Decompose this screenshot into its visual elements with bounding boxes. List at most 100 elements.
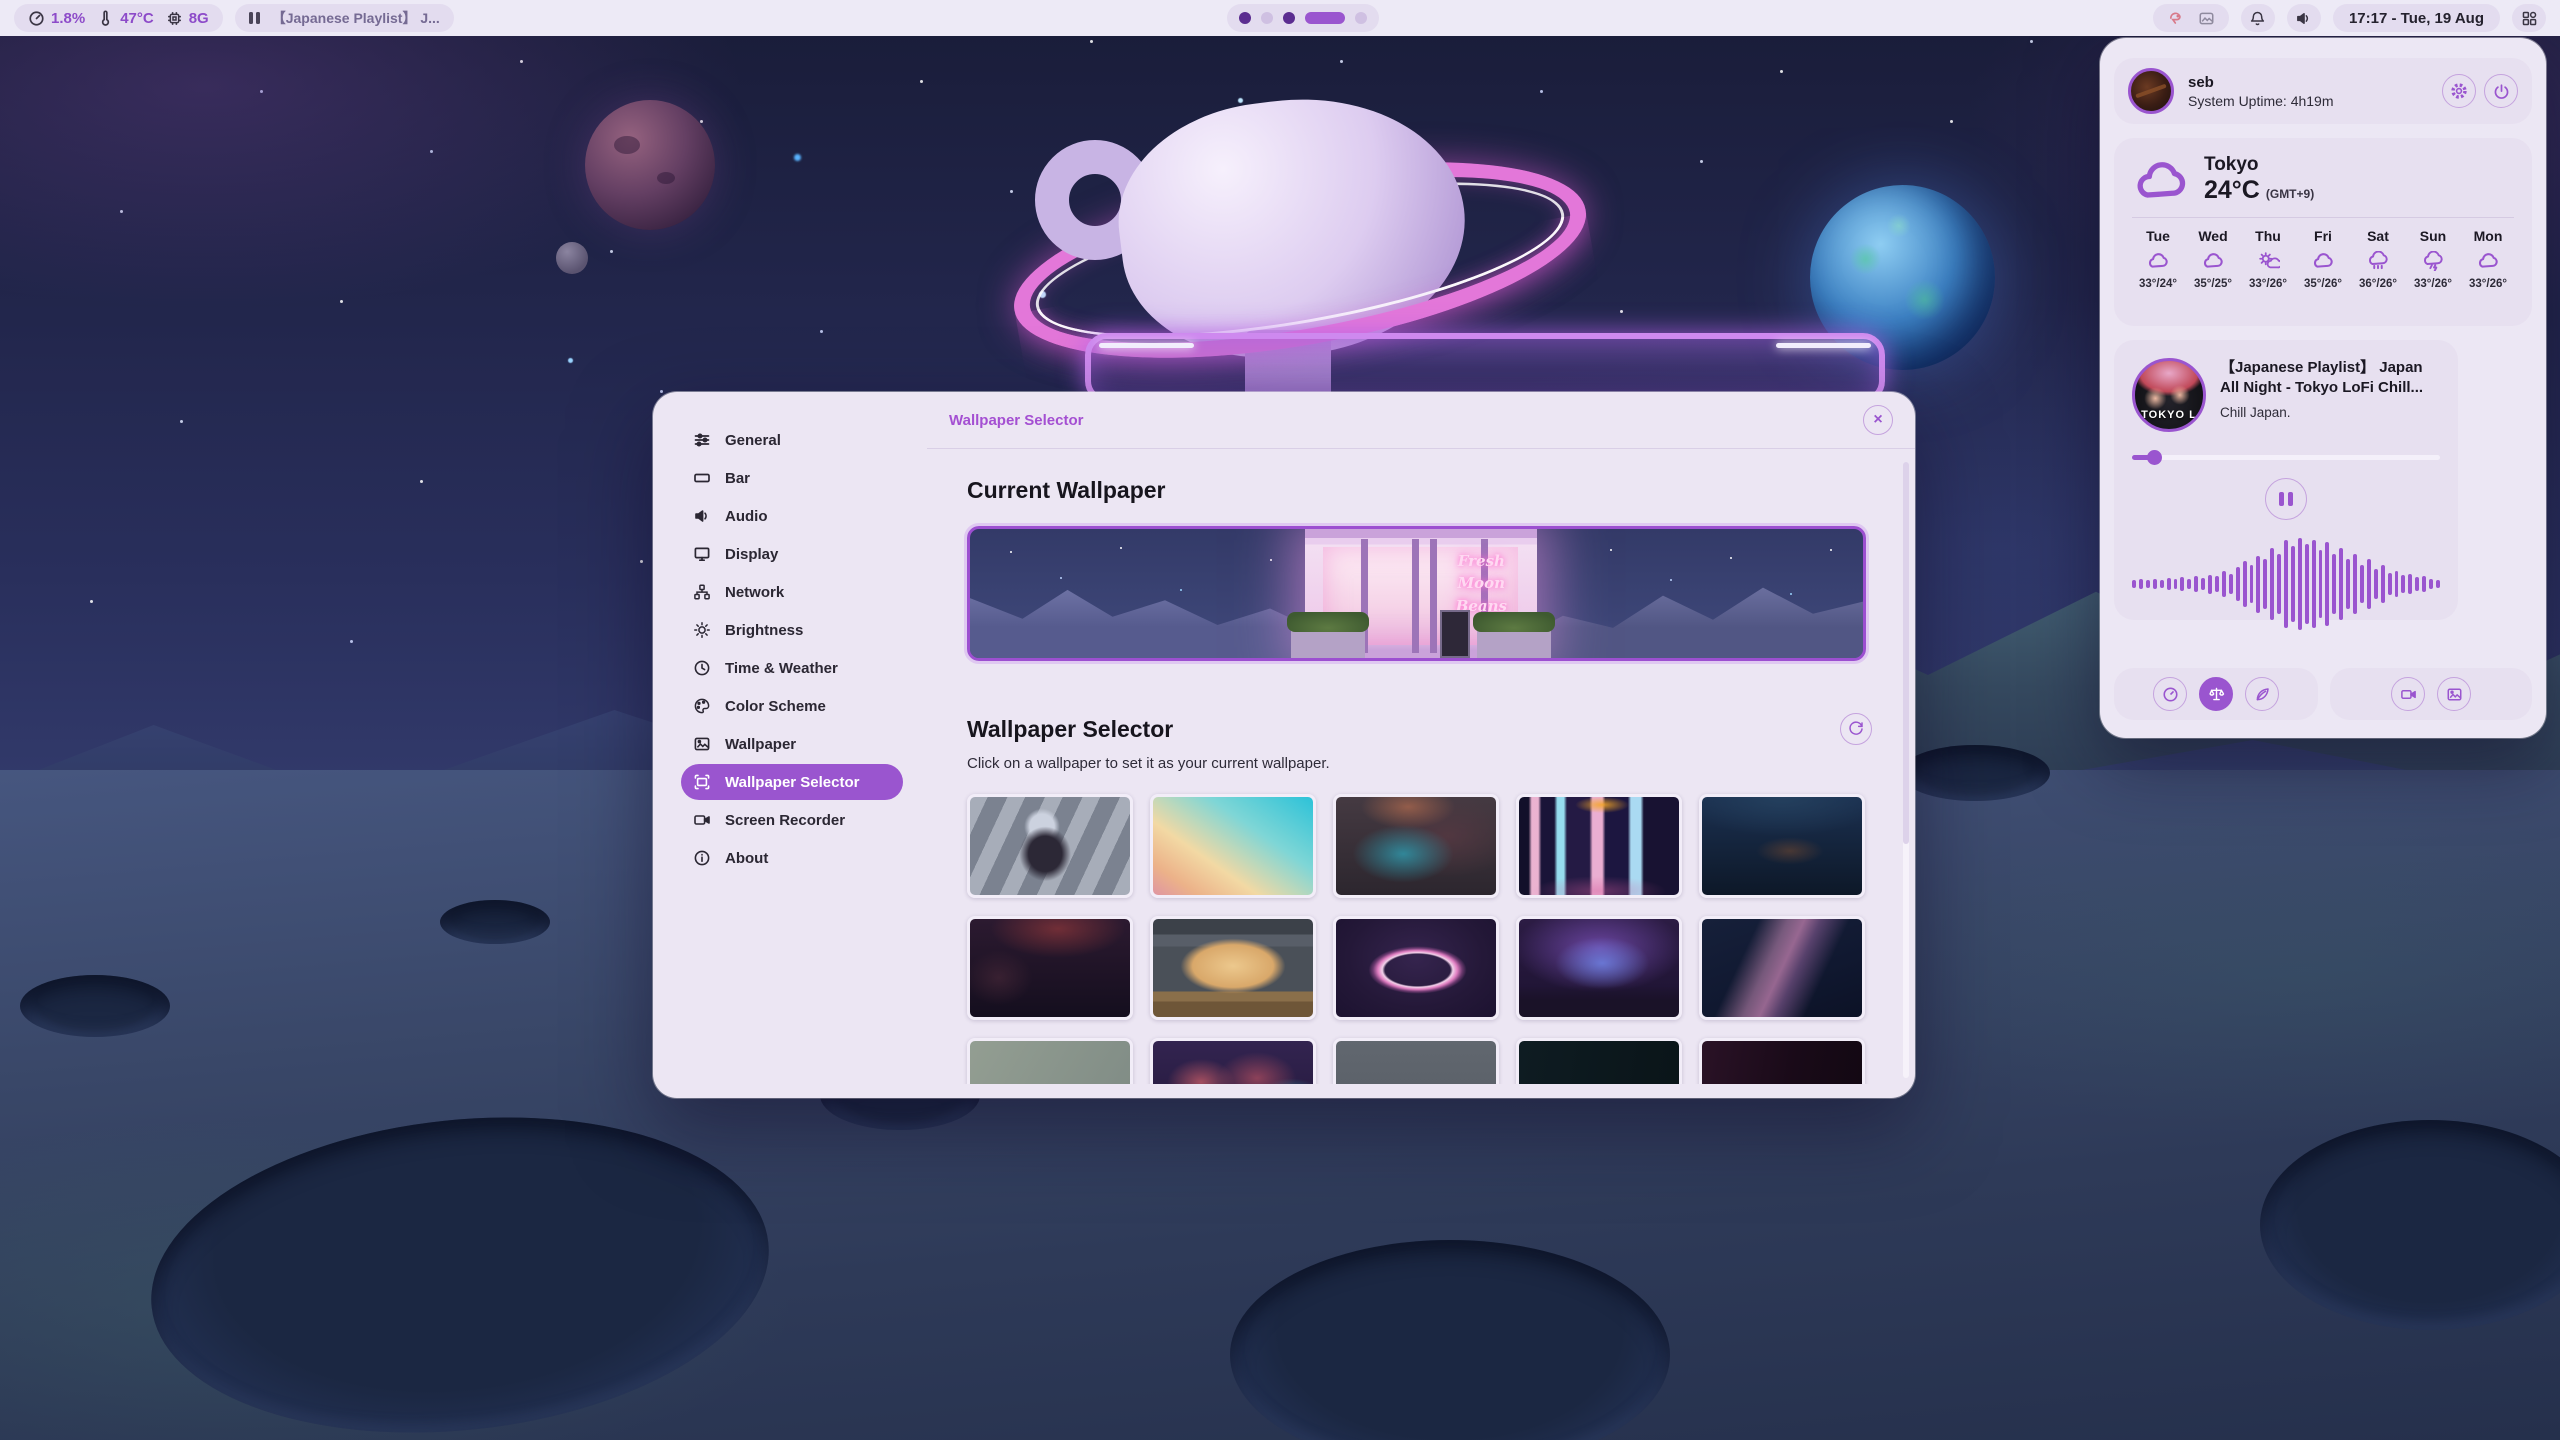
picture-icon[interactable] bbox=[2198, 10, 2215, 27]
crater bbox=[440, 900, 550, 944]
screen-record-button[interactable] bbox=[2391, 677, 2425, 711]
bell-icon bbox=[2249, 10, 2266, 27]
shop-menu-board bbox=[1440, 610, 1470, 658]
shrimp-icon[interactable] bbox=[2167, 10, 2184, 27]
sidebar-item-network[interactable]: Network bbox=[681, 574, 903, 610]
visualizer-bar bbox=[2256, 556, 2260, 613]
media-pill[interactable]: 【Japanese Playlist】 J... bbox=[235, 4, 454, 32]
wallpaper-thumbnail-nebula-forest[interactable] bbox=[1516, 916, 1682, 1020]
visualizer-bar bbox=[2139, 579, 2143, 589]
pause-icon bbox=[249, 12, 260, 24]
image-icon bbox=[693, 735, 711, 753]
workspace-dot-1[interactable] bbox=[1239, 12, 1251, 24]
forecast-day: Tue 33°/24° bbox=[2132, 228, 2184, 290]
scrollbar-thumb[interactable] bbox=[1903, 462, 1909, 844]
wallpaper-thumbnail-coral-trees[interactable] bbox=[1150, 1038, 1316, 1084]
sidebar-label: Network bbox=[725, 584, 784, 601]
wallpaper-icon bbox=[2446, 686, 2463, 703]
preview-stars bbox=[970, 529, 972, 531]
sun-cloud-icon bbox=[2256, 251, 2280, 271]
workspace-dot-4-active[interactable] bbox=[1305, 12, 1345, 24]
sidebar-item-general[interactable]: General bbox=[681, 422, 903, 458]
sidebar-item-about[interactable]: About bbox=[681, 840, 903, 876]
wallpaper-thumbnail-teal-orange-blur[interactable] bbox=[1333, 794, 1499, 898]
settings-scroll-area[interactable]: Current Wallpaper Fresh Moon Beans bbox=[927, 449, 1907, 1084]
sidebar-item-audio[interactable]: Audio bbox=[681, 498, 903, 534]
album-art: TOKYO L bbox=[2132, 358, 2206, 432]
visualizer-bar bbox=[2374, 569, 2378, 599]
wallpaper-grid bbox=[967, 794, 1872, 1084]
clock[interactable]: 17:17 - Tue, 19 Aug bbox=[2333, 4, 2500, 32]
sidebar-item-bar[interactable]: Bar bbox=[681, 460, 903, 496]
wallpaper-thumbnail-purple-ring-blackhole[interactable] bbox=[1333, 916, 1499, 1020]
notifications-button[interactable] bbox=[2241, 4, 2275, 32]
sidebar-label: Bar bbox=[725, 470, 750, 487]
pause-button[interactable] bbox=[2265, 478, 2307, 520]
settings-window: General Bar Audio Display Network Bright… bbox=[653, 392, 1915, 1098]
wallpaper-thumbnail-mesh-wave[interactable] bbox=[1699, 916, 1865, 1020]
visualizer-bar bbox=[2215, 576, 2219, 591]
sidebar-item-color-scheme[interactable]: Color Scheme bbox=[681, 688, 903, 724]
weather-divider bbox=[2132, 217, 2514, 218]
wallpaper-thumbnail-dark-maroon[interactable] bbox=[1699, 1038, 1865, 1084]
forecast-day: Wed 35°/25° bbox=[2187, 228, 2239, 290]
system-stats-pill[interactable]: 1.8% 47°C 8G bbox=[14, 4, 223, 32]
track-title: 【Japanese Playlist】 Japan All Night - To… bbox=[2220, 358, 2440, 399]
wallpaper-thumbnail-grey-green-flat[interactable] bbox=[967, 1038, 1133, 1084]
workspace-dot-3[interactable] bbox=[1283, 12, 1295, 24]
balanced-profile-button[interactable] bbox=[2199, 677, 2233, 711]
selector-subtitle: Click on a wallpaper to set it as your c… bbox=[967, 755, 1872, 772]
slider-knob[interactable] bbox=[2147, 450, 2162, 465]
visualizer-bar bbox=[2160, 580, 2164, 588]
visualizer-bar bbox=[2339, 548, 2343, 620]
pause-icon bbox=[2279, 492, 2284, 506]
clock-icon bbox=[693, 659, 711, 677]
wallpaper-thumbnail-dark-blue-forest[interactable] bbox=[1699, 794, 1865, 898]
visualizer-bar bbox=[2187, 579, 2191, 589]
visualizer-bar bbox=[2146, 580, 2150, 588]
wallpaper-thumbnail-grey-slab[interactable] bbox=[1333, 1038, 1499, 1084]
window-scrollbar[interactable] bbox=[1903, 462, 1909, 1078]
bar-icon bbox=[693, 469, 711, 487]
wallpaper-thumbnail-dark-teal[interactable] bbox=[1516, 1038, 1682, 1084]
close-button[interactable]: × bbox=[1863, 405, 1893, 435]
gauge-icon bbox=[2162, 686, 2179, 703]
workspace-dot-2[interactable] bbox=[1261, 12, 1273, 24]
wallpaper-button[interactable] bbox=[2437, 677, 2471, 711]
workspace-dot-5[interactable] bbox=[1355, 12, 1367, 24]
visualizer-bar bbox=[2263, 559, 2267, 608]
thermometer-icon bbox=[97, 10, 114, 27]
brightness-icon bbox=[693, 621, 711, 639]
sidebar-item-wallpaper[interactable]: Wallpaper bbox=[681, 726, 903, 762]
settings-button[interactable] bbox=[2442, 74, 2476, 108]
wallpaper-thumbnail-anime-girl-crosswalk[interactable] bbox=[967, 794, 1133, 898]
purple-planet bbox=[585, 100, 715, 230]
temperature-stat: 47°C bbox=[97, 10, 154, 27]
preview-coffee-shop: Fresh Moon Beans bbox=[1305, 529, 1537, 658]
shop-planter bbox=[1291, 628, 1365, 658]
visualizer-bar bbox=[2312, 540, 2316, 627]
sidebar-item-time-weather[interactable]: Time & Weather bbox=[681, 650, 903, 686]
user-card: seb System Uptime: 4h19m bbox=[2114, 58, 2532, 124]
volume-button[interactable] bbox=[2287, 4, 2321, 32]
gauge-icon bbox=[28, 10, 45, 27]
tune-icon bbox=[693, 431, 711, 449]
wallpaper-thumbnail-lofi-coffee-shop[interactable] bbox=[1150, 916, 1316, 1020]
sidebar-item-brightness[interactable]: Brightness bbox=[681, 612, 903, 648]
weather-timezone: (GMT+9) bbox=[2266, 187, 2314, 201]
sidebar-item-screen-recorder[interactable]: Screen Recorder bbox=[681, 802, 903, 838]
sidebar-item-display[interactable]: Display bbox=[681, 536, 903, 572]
wallpaper-thumbnail-pastel-gradient[interactable] bbox=[1150, 794, 1316, 898]
performance-profile-button[interactable] bbox=[2153, 677, 2187, 711]
seek-slider[interactable] bbox=[2132, 450, 2440, 464]
wallpaper-thumbnail-red-glow-figure[interactable] bbox=[967, 916, 1133, 1020]
dashboard-button[interactable] bbox=[2512, 4, 2546, 32]
network-icon bbox=[693, 583, 711, 601]
powersaver-profile-button[interactable] bbox=[2245, 677, 2279, 711]
cloud-icon bbox=[2476, 251, 2500, 271]
wallpaper-thumbnail-neon-arcade[interactable] bbox=[1516, 794, 1682, 898]
power-button[interactable] bbox=[2484, 74, 2518, 108]
sidebar-item-wallpaper-selector[interactable]: Wallpaper Selector bbox=[681, 764, 903, 800]
refresh-button[interactable] bbox=[1840, 713, 1872, 745]
media-player-card: TOKYO L 【Japanese Playlist】 Japan All Ni… bbox=[2114, 340, 2458, 620]
